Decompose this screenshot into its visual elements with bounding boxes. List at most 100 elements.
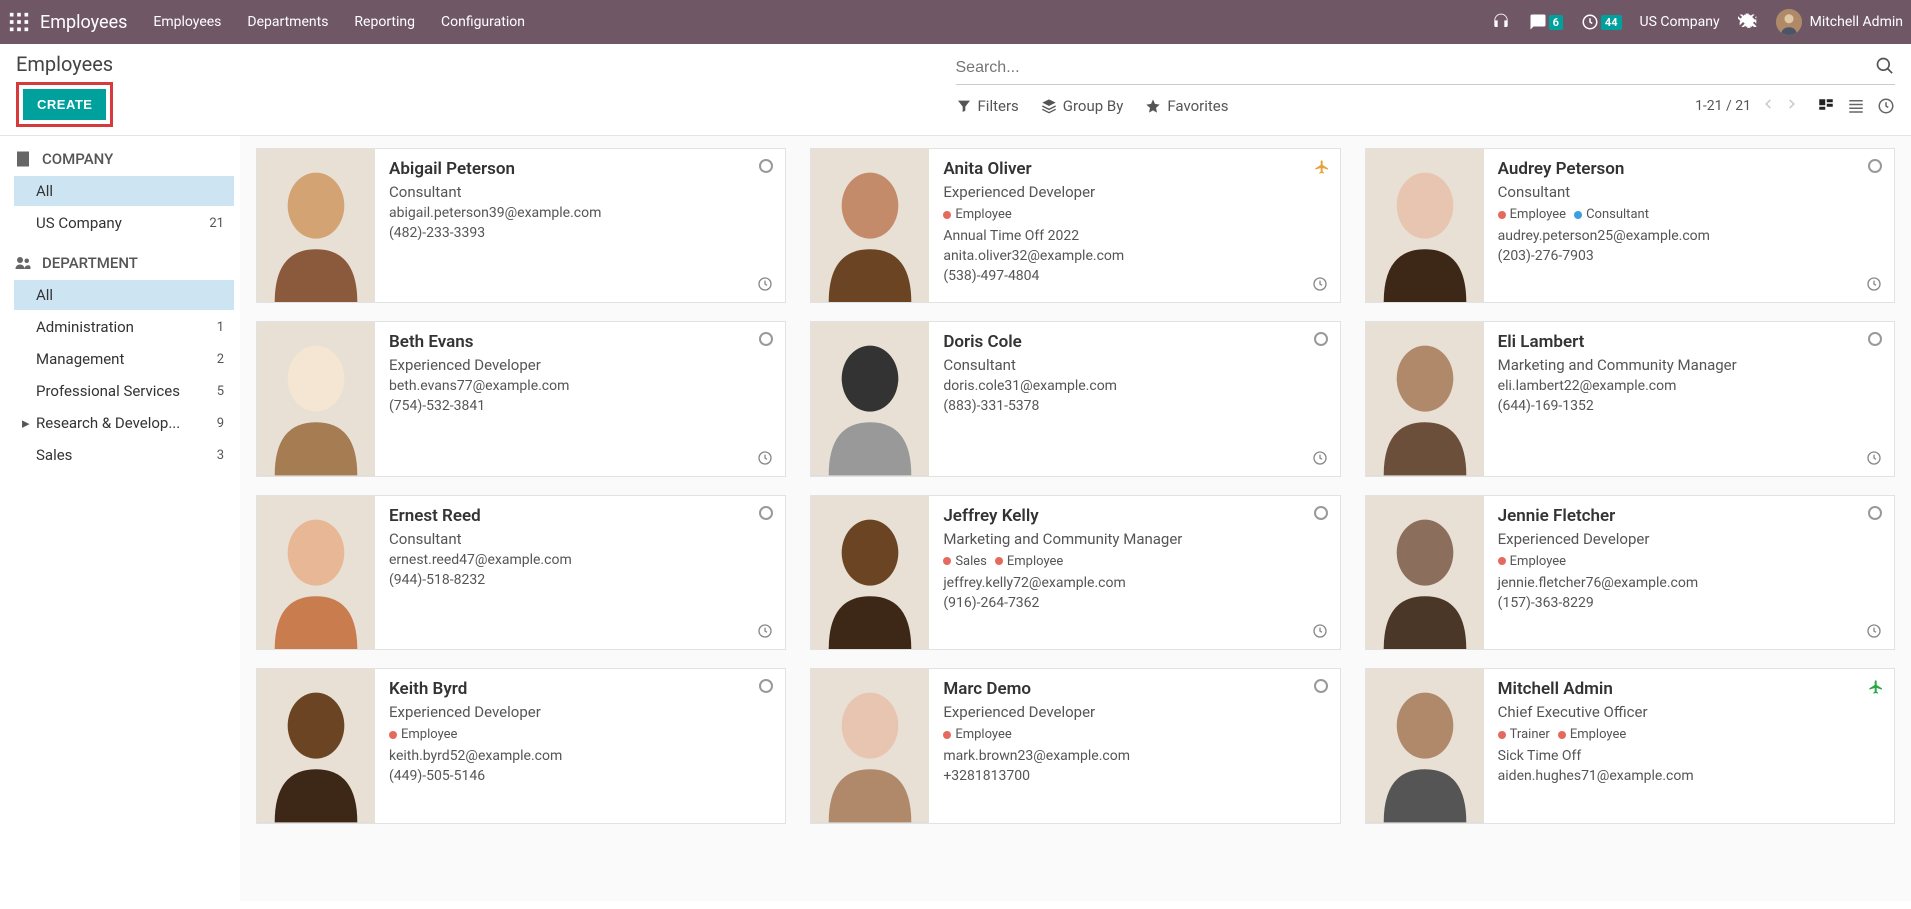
employee-photo (1366, 496, 1484, 649)
employee-card[interactable]: Doris Cole Consultant doris.cole31@examp… (810, 321, 1340, 476)
list-view-icon[interactable] (1847, 97, 1865, 115)
favorites-button[interactable]: Favorites (1145, 97, 1228, 115)
employee-photo (1366, 322, 1484, 475)
nav-configuration[interactable]: Configuration (441, 14, 525, 30)
employee-card[interactable]: Mitchell Admin Chief Executive Officer T… (1365, 668, 1895, 823)
kanban-view-icon[interactable] (1817, 97, 1835, 115)
employee-card[interactable]: Anita Oliver Experienced Developer Emplo… (810, 148, 1340, 303)
card-body: Jeffrey Kelly Marketing and Community Ma… (929, 496, 1339, 649)
sidebar-item[interactable]: US Company21 (14, 208, 234, 238)
activity-clock-icon[interactable] (757, 623, 773, 639)
status-circle-icon[interactable] (1868, 506, 1882, 520)
tag-dot (389, 731, 397, 739)
search-icon[interactable] (1875, 56, 1895, 80)
debug-icon[interactable] (1738, 12, 1758, 32)
status-circle-icon[interactable] (1314, 506, 1328, 520)
activity-clock-icon[interactable] (1866, 623, 1882, 639)
headset-icon[interactable] (1491, 12, 1511, 32)
activity-clock-icon[interactable] (757, 276, 773, 292)
search-bar[interactable] (956, 52, 1896, 85)
employee-card[interactable]: Eli Lambert Marketing and Community Mana… (1365, 321, 1895, 476)
employee-photo (257, 669, 375, 822)
phone: (449)-505-5146 (389, 768, 771, 784)
create-button[interactable]: CREATE (23, 89, 106, 120)
sidebar-item[interactable]: Management2 (14, 344, 234, 374)
sidebar-item-label: US Company (36, 214, 122, 232)
activity-clock-icon[interactable] (1312, 623, 1328, 639)
employee-name: Jennie Fletcher (1498, 506, 1880, 526)
nav-departments[interactable]: Departments (247, 14, 328, 30)
email: mark.brown23@example.com (943, 748, 1325, 764)
brand[interactable]: Employees (40, 12, 127, 33)
company-switcher[interactable]: US Company (1640, 14, 1720, 30)
employee-card[interactable]: Jeffrey Kelly Marketing and Community Ma… (810, 495, 1340, 650)
sidebar-item-label: Sales (36, 446, 72, 464)
search-facets: Filters Group By Favorites (956, 97, 1229, 115)
sidebar-item[interactable]: Administration1 (14, 312, 234, 342)
messages-icon[interactable]: 6 (1529, 13, 1563, 31)
job-title: Experienced Developer (943, 183, 1325, 201)
activity-clock-icon[interactable] (1866, 276, 1882, 292)
leave-text: Annual Time Off 2022 (943, 228, 1325, 244)
sidebar-item[interactable]: All (14, 176, 234, 206)
employee-photo (1366, 149, 1484, 302)
employee-name: Eli Lambert (1498, 332, 1880, 352)
nav-employees[interactable]: Employees (153, 14, 221, 30)
star-icon (1145, 98, 1161, 114)
status-circle-icon[interactable] (1314, 332, 1328, 346)
activity-clock-icon[interactable] (757, 450, 773, 466)
employee-card[interactable]: Audrey Peterson Consultant EmployeeConsu… (1365, 148, 1895, 303)
filters-button[interactable]: Filters (956, 97, 1019, 115)
sidebar-item[interactable]: ▸Research & Develop...9 (14, 408, 234, 438)
user-menu[interactable]: Mitchell Admin (1776, 9, 1903, 35)
tag: Employee (1498, 554, 1566, 569)
sidebar-item-label: Administration (36, 318, 134, 336)
tag: Employee (389, 727, 457, 742)
activity-clock-icon[interactable] (1312, 450, 1328, 466)
tag: Employee (1558, 727, 1626, 742)
nav-reporting[interactable]: Reporting (354, 14, 415, 30)
employee-card[interactable]: Ernest Reed Consultant ernest.reed47@exa… (256, 495, 786, 650)
employee-name: Beth Evans (389, 332, 771, 352)
building-icon (14, 150, 32, 168)
sidebar: COMPANY AllUS Company21 DEPARTMENT AllAd… (0, 136, 240, 901)
tag: Trainer (1498, 727, 1550, 742)
employee-name: Keith Byrd (389, 679, 771, 699)
leave-text: Sick Time Off (1498, 748, 1880, 764)
status-circle-icon[interactable] (1314, 679, 1328, 693)
tag: Consultant (1574, 207, 1649, 222)
leave-plane-icon[interactable] (1314, 159, 1328, 173)
tag-dot (1574, 211, 1582, 219)
card-body: Mitchell Admin Chief Executive Officer T… (1484, 669, 1894, 822)
leave-plane-icon[interactable] (1868, 679, 1882, 693)
employee-card[interactable]: Marc Demo Experienced Developer Employee… (810, 668, 1340, 823)
sidebar-item[interactable]: Sales3 (14, 440, 234, 470)
pager-text[interactable]: 1-21 / 21 (1695, 98, 1751, 114)
sidebar-item-label: Professional Services (36, 382, 180, 400)
activities-icon[interactable]: 44 (1581, 13, 1622, 31)
search-input[interactable] (956, 59, 1876, 77)
employee-card[interactable]: Beth Evans Experienced Developer beth.ev… (256, 321, 786, 476)
pager: 1-21 / 21 (1695, 97, 1799, 115)
email: keith.byrd52@example.com (389, 748, 771, 764)
kanban-area[interactable]: Abigail Peterson Consultant abigail.pete… (240, 136, 1911, 901)
activity-clock-icon[interactable] (1866, 450, 1882, 466)
employee-card[interactable]: Keith Byrd Experienced Developer Employe… (256, 668, 786, 823)
status-circle-icon[interactable] (1868, 159, 1882, 173)
activity-clock-icon[interactable] (1312, 276, 1328, 292)
control-panel: Employees CREATE Filters Group By (0, 44, 1911, 136)
sidebar-item[interactable]: All (14, 280, 234, 310)
pager-prev-icon[interactable] (1761, 97, 1775, 115)
apps-icon[interactable] (8, 11, 30, 33)
activity-view-icon[interactable] (1877, 97, 1895, 115)
employee-card[interactable]: Abigail Peterson Consultant abigail.pete… (256, 148, 786, 303)
sidebar-item-count: 2 (217, 352, 224, 367)
tag-dot (1498, 557, 1506, 565)
nav-menu: Employees Departments Reporting Configur… (153, 14, 525, 30)
email: ernest.reed47@example.com (389, 552, 771, 568)
pager-next-icon[interactable] (1785, 97, 1799, 115)
sidebar-item[interactable]: Professional Services5 (14, 376, 234, 406)
groupby-button[interactable]: Group By (1041, 97, 1124, 115)
messages-badge: 6 (1549, 15, 1563, 30)
employee-card[interactable]: Jennie Fletcher Experienced Developer Em… (1365, 495, 1895, 650)
